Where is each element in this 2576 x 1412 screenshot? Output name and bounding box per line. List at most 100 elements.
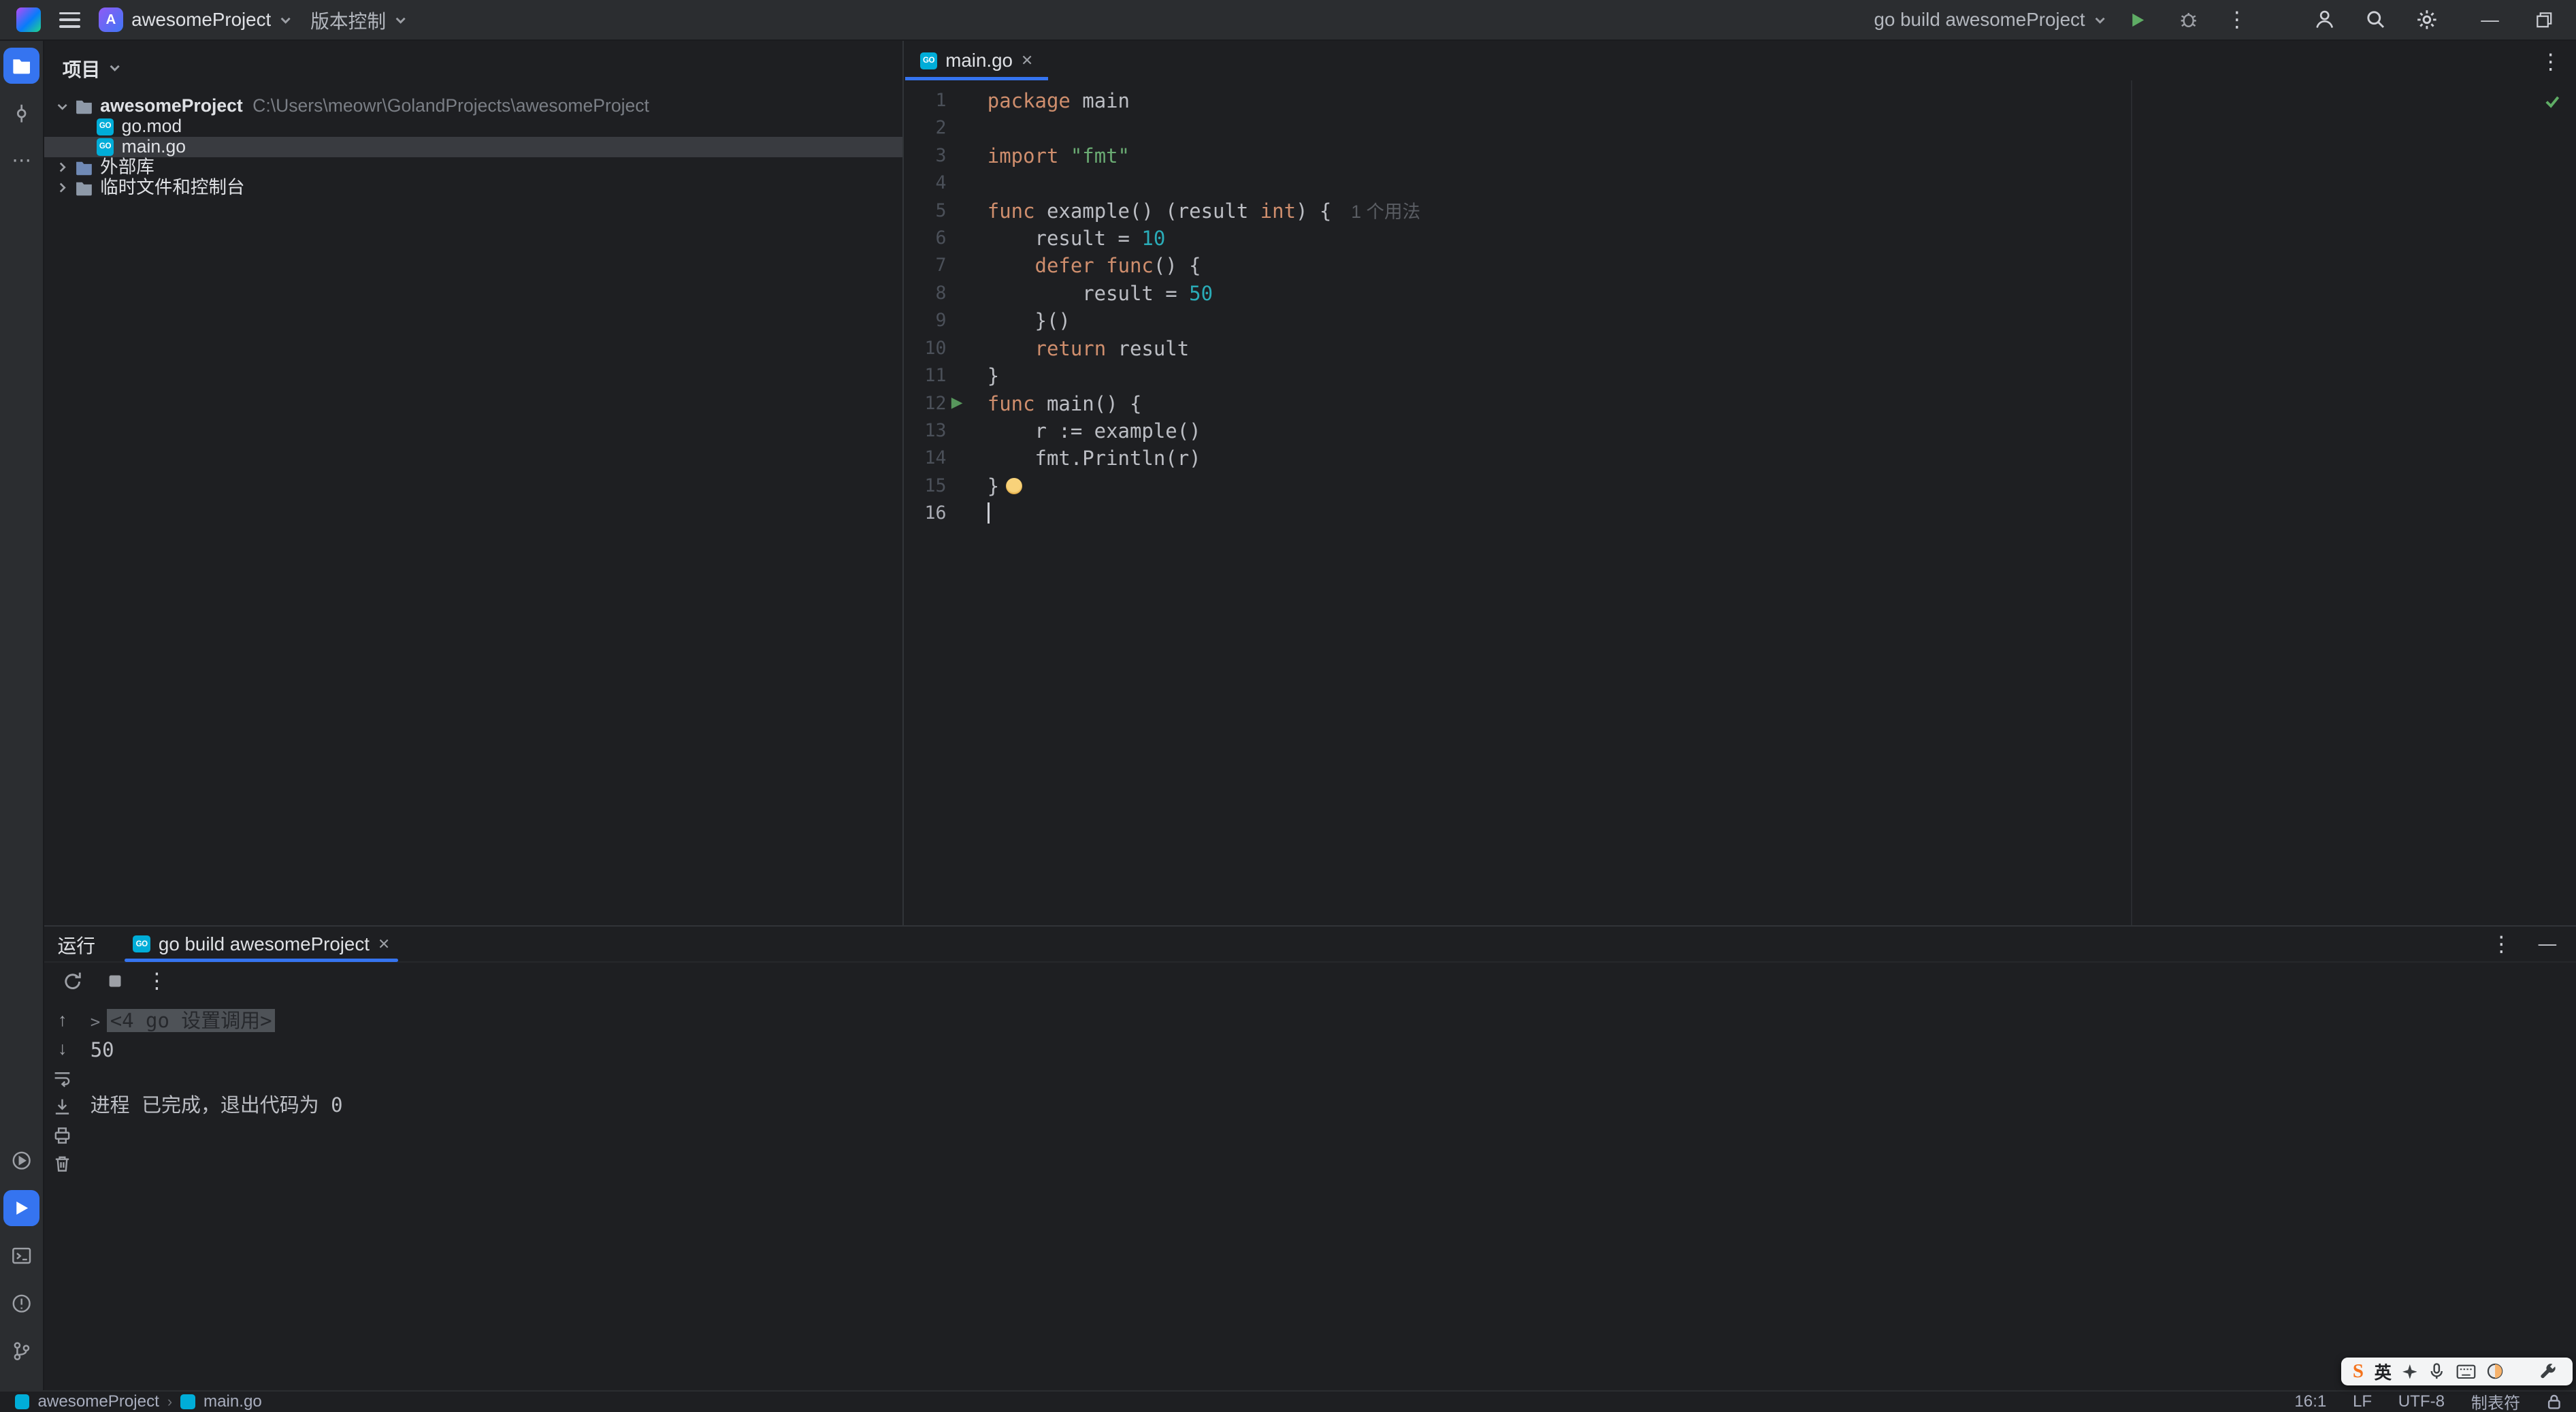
code-line-15[interactable]: 15} (905, 472, 2576, 500)
gutter-line-number[interactable]: 2 (905, 114, 988, 142)
hide-tool-window-button[interactable]: — (2539, 933, 2557, 954)
code-text[interactable]: func main() { (988, 390, 1142, 417)
code-text[interactable]: package main (988, 87, 1130, 114)
tool-terminal-button[interactable] (3, 1238, 39, 1274)
gutter-line-number[interactable]: 11 (905, 362, 988, 389)
sparkle-icon[interactable] (2402, 1364, 2417, 1379)
console-down-button[interactable]: ↓ (51, 1038, 74, 1061)
gutter-line-number[interactable]: 4 (905, 170, 988, 197)
code-text[interactable]: return result (988, 335, 1190, 362)
tree-item-maingo[interactable]: GO main.go (44, 136, 902, 158)
vcs-widget[interactable]: 版本控制 (310, 6, 407, 33)
statusbar-line-separator[interactable]: LF (2353, 1392, 2372, 1411)
code-text[interactable]: r := example() (988, 417, 1201, 445)
gutter-line-number[interactable]: 16 (905, 500, 988, 527)
statusbar-indent[interactable]: 制表符 (2471, 1390, 2520, 1411)
code-line-3[interactable]: 3 import "fmt" (905, 142, 2576, 170)
tree-item-root[interactable]: awesomeProject C:\Users\meowr\GolandProj… (44, 95, 902, 116)
code-text[interactable]: func example() (result int) {1 个用法 (988, 197, 1420, 225)
gutter-line-number[interactable]: 12 ▶ (905, 390, 988, 417)
tree-item-external-libraries[interactable]: 外部库 (44, 157, 902, 178)
code-line-5[interactable]: 5 func example() (result int) {1 个用法 (905, 197, 2576, 225)
main-menu-button[interactable] (59, 12, 81, 28)
wrench-settings-icon[interactable] (2539, 1362, 2558, 1381)
project-panel-header[interactable]: 项目 (44, 41, 902, 93)
intention-bulb-icon[interactable] (1005, 478, 1022, 495)
code-text[interactable]: } (988, 362, 999, 389)
code-text[interactable]: result = 10 (988, 225, 1166, 252)
statusbar-caret-position[interactable]: 16:1 (2294, 1392, 2326, 1411)
gutter-line-number[interactable]: 7 (905, 252, 988, 279)
code-line-6[interactable]: 6 result = 10 (905, 225, 2576, 252)
gutter-line-number[interactable]: 1 (905, 87, 988, 114)
gutter-line-number[interactable]: 14 (905, 445, 988, 472)
gutter-line-number[interactable]: 3 (905, 142, 988, 170)
tool-problems-button[interactable] (3, 1285, 39, 1321)
tree-item-scratches[interactable]: 临时文件和控制台 (44, 177, 902, 198)
clear-console-button[interactable] (51, 1153, 74, 1176)
code-line-1[interactable]: 1 package main (905, 87, 2576, 114)
gutter-line-number[interactable]: 10 (905, 335, 988, 362)
code-line-7[interactable]: 7 defer func() { (905, 252, 2576, 279)
tool-vcs-button[interactable] (3, 1333, 39, 1369)
settings-gear-icon[interactable] (2413, 7, 2440, 33)
skin-palette-icon[interactable] (2487, 1363, 2503, 1379)
readonly-lock-icon[interactable] (2547, 1394, 2562, 1410)
usages-inlay-hint[interactable]: 1 个用法 (1351, 202, 1420, 222)
code-line-10[interactable]: 10 return result (905, 335, 2576, 362)
scroll-to-end-button[interactable] (51, 1095, 74, 1118)
minimize-button[interactable]: — (2481, 10, 2499, 31)
project-widget[interactable]: A awesomeProject (98, 7, 293, 33)
run-button[interactable] (2125, 7, 2151, 33)
print-button[interactable] (51, 1124, 74, 1147)
code-text[interactable]: result = 50 (988, 280, 1213, 307)
code-with-me-user-icon[interactable] (2312, 7, 2338, 33)
console-folded-region[interactable]: <4 go 设置调用> (106, 1009, 276, 1033)
code-line-16[interactable]: 16 (905, 500, 2576, 527)
code-line-4[interactable]: 4 (905, 170, 2576, 197)
debug-bug-icon[interactable] (2175, 7, 2202, 33)
code-text[interactable] (987, 500, 990, 527)
rerun-button[interactable] (61, 969, 84, 993)
toolbox-grid-icon[interactable] (2514, 1364, 2529, 1379)
gutter-line-number[interactable]: 9 (905, 307, 988, 334)
stop-button[interactable] (103, 969, 127, 993)
code-line-9[interactable]: 9 }() (905, 307, 2576, 334)
close-tab-icon[interactable]: ✕ (378, 936, 390, 952)
tool-run-button[interactable] (3, 1189, 40, 1226)
gutter-line-number[interactable]: 13 (905, 417, 988, 445)
tool-commit-button[interactable] (3, 95, 39, 131)
expand-chevron-icon[interactable] (54, 100, 71, 113)
editor-tab-maingo[interactable]: GO main.go ✕ (905, 41, 1048, 81)
gutter-line-number[interactable]: 15 (905, 472, 988, 500)
tab-options-button[interactable]: ⋮ (2540, 51, 2561, 72)
code-line-8[interactable]: 8 result = 50 (905, 280, 2576, 307)
collapse-chevron-icon[interactable] (54, 181, 71, 194)
code-editor[interactable]: 1 package main 2 3 import "fmt" 4 5 func exampl… (905, 80, 2576, 527)
tool-more-button[interactable]: ⋯ (3, 143, 39, 179)
code-text[interactable]: fmt.Println(r) (988, 445, 1201, 472)
gutter-line-number[interactable]: 5 (905, 197, 988, 225)
close-tab-icon[interactable]: ✕ (1021, 53, 1033, 68)
code-line-12[interactable]: 12 ▶ func main() { (905, 390, 2576, 417)
search-everywhere-icon[interactable] (2362, 7, 2389, 33)
console-up-button[interactable]: ↑ (51, 1009, 74, 1032)
tool-project-button[interactable] (3, 47, 40, 84)
tree-item-gomod[interactable]: GO go.mod (44, 116, 902, 137)
breadcrumb-file[interactable]: main.go (203, 1392, 262, 1411)
code-line-14[interactable]: 14 fmt.Println(r) (905, 445, 2576, 472)
maximize-restore-button[interactable] (2535, 11, 2554, 29)
code-text[interactable]: }() (988, 307, 1071, 334)
sogou-logo-icon[interactable]: S (2353, 1360, 2364, 1383)
run-panel-options-button[interactable]: ⋮ (2491, 933, 2512, 954)
statusbar-encoding[interactable]: UTF-8 (2398, 1392, 2445, 1411)
breadcrumb-project[interactable]: awesomeProject (38, 1392, 159, 1411)
run-more-button[interactable]: ⋮ (146, 970, 167, 991)
run-tab[interactable]: GO go build awesomeProject ✕ (118, 926, 405, 963)
tool-services-button[interactable] (3, 1142, 39, 1178)
code-text[interactable]: import "fmt" (988, 142, 1130, 170)
fold-arrow-icon[interactable]: > (91, 1012, 101, 1031)
code-line-11[interactable]: 11} (905, 362, 2576, 389)
code-line-13[interactable]: 13 r := example() (905, 417, 2576, 445)
more-actions-button[interactable]: ⋮ (2226, 9, 2247, 30)
